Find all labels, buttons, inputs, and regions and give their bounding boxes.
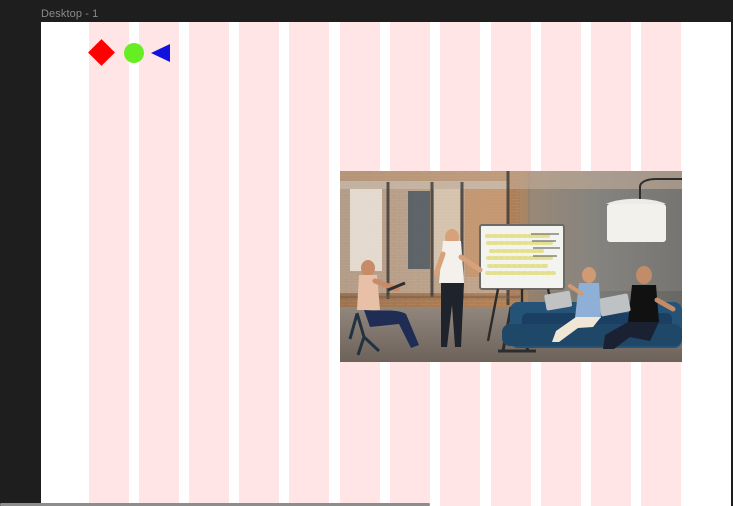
office-meeting-photo[interactable] <box>340 171 682 362</box>
grid-column <box>89 22 129 506</box>
grid-column <box>239 22 279 506</box>
desktop-frame[interactable] <box>41 22 731 506</box>
grid-column <box>189 22 229 506</box>
green-circle-shape[interactable] <box>124 43 144 63</box>
frame-label[interactable]: Desktop - 1 <box>41 7 98 21</box>
office-meeting-illustration <box>340 171 682 362</box>
blue-triangle-shape[interactable] <box>151 44 170 62</box>
grid-column <box>139 22 179 506</box>
grid-column <box>289 22 329 506</box>
